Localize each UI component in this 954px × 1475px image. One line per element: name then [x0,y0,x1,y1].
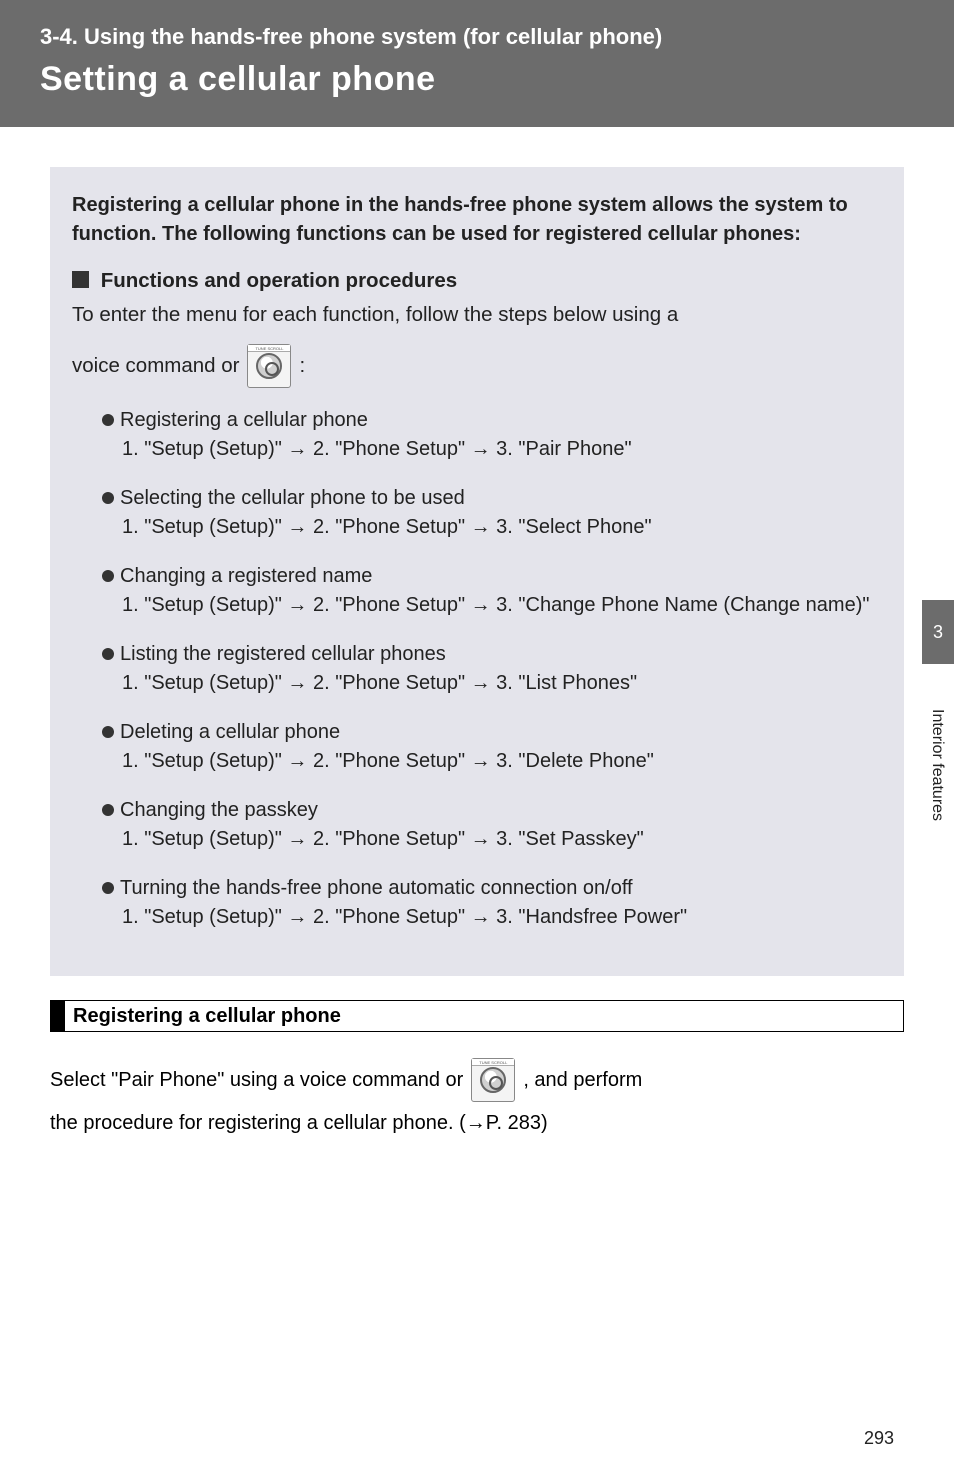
list-item: Deleting a cellular phone 1. "Setup (Set… [102,718,882,776]
header-title: Setting a cellular phone [40,60,914,99]
disc-bullet-icon [102,882,114,894]
tune-knob-icon: TUNE SCROLL [471,1058,515,1102]
item-title: Selecting the cellular phone to be used [120,487,465,509]
list-item: Changing a registered name 1. "Setup (Se… [102,562,882,620]
item-title: Changing the passkey [120,799,318,821]
registering-line2: the procedure for registering a cellular… [50,1104,904,1142]
item-body: 1. "Setup (Setup)" → 2. "Phone Setup" → … [102,513,882,542]
item-body: 1. "Setup (Setup)" → 2. "Phone Setup" → … [102,591,882,620]
item-body: 1. "Setup (Setup)" → 2. "Phone Setup" → … [102,825,882,854]
item-title: Turning the hands-free phone automatic c… [120,877,633,899]
section-heading: Functions and operation procedures [72,269,882,293]
disc-bullet-icon [102,804,114,816]
registering-section: Registering a cellular phone Select "Pai… [50,1000,904,1142]
lead2-after: : [299,354,305,378]
registering-line1-after: , and perform [523,1061,642,1099]
item-title: Deleting a cellular phone [120,721,340,743]
disc-bullet-icon [102,648,114,660]
intro-text: Registering a cellular phone in the hand… [72,191,882,249]
chapter-label: Interior features [924,680,950,850]
list-item: Registering a cellular phone 1. "Setup (… [102,406,882,464]
registering-title: Registering a cellular phone [65,1001,349,1031]
chapter-tab: 3 [922,600,954,664]
disc-bullet-icon [102,726,114,738]
square-bullet-icon [72,271,89,288]
item-body: 1. "Setup (Setup)" → 2. "Phone Setup" → … [102,903,882,932]
disc-bullet-icon [102,492,114,504]
header-super: 3-4. Using the hands-free phone system (… [40,24,914,50]
disc-bullet-icon [102,570,114,582]
item-body: 1. "Setup (Setup)" → 2. "Phone Setup" → … [102,747,882,776]
section-lead-line1: To enter the menu for each function, fol… [72,301,882,330]
header-bar: 3-4. Using the hands-free phone system (… [0,0,954,127]
content-block: Registering a cellular phone in the hand… [50,167,904,976]
tune-knob-icon: TUNE SCROLL [247,344,291,388]
function-list: Registering a cellular phone 1. "Setup (… [72,406,882,932]
manual-page: 3-4. Using the hands-free phone system (… [0,0,954,1475]
registering-body: Select "Pair Phone" using a voice comman… [50,1058,904,1142]
registering-line1-before: Select "Pair Phone" using a voice comman… [50,1061,463,1099]
registering-line1: Select "Pair Phone" using a voice comman… [50,1058,904,1102]
section-heading-text: Functions and operation procedures [101,269,458,292]
list-item: Changing the passkey 1. "Setup (Setup)" … [102,796,882,854]
section-lead-line2: voice command or TUNE SCROLL : [72,344,882,388]
list-item: Listing the registered cellular phones 1… [102,640,882,698]
title-bar-icon [51,1001,65,1031]
item-title: Registering a cellular phone [120,409,368,431]
page-number: 293 [864,1428,894,1449]
list-item: Selecting the cellular phone to be used … [102,484,882,542]
list-item: Turning the hands-free phone automatic c… [102,874,882,932]
item-body: 1. "Setup (Setup)" → 2. "Phone Setup" → … [102,435,882,464]
lead2-before: voice command or [72,354,239,378]
item-body: 1. "Setup (Setup)" → 2. "Phone Setup" → … [102,669,882,698]
item-title: Changing a registered name [120,565,372,587]
item-title: Listing the registered cellular phones [120,643,446,665]
disc-bullet-icon [102,414,114,426]
registering-title-row: Registering a cellular phone [50,1000,904,1032]
